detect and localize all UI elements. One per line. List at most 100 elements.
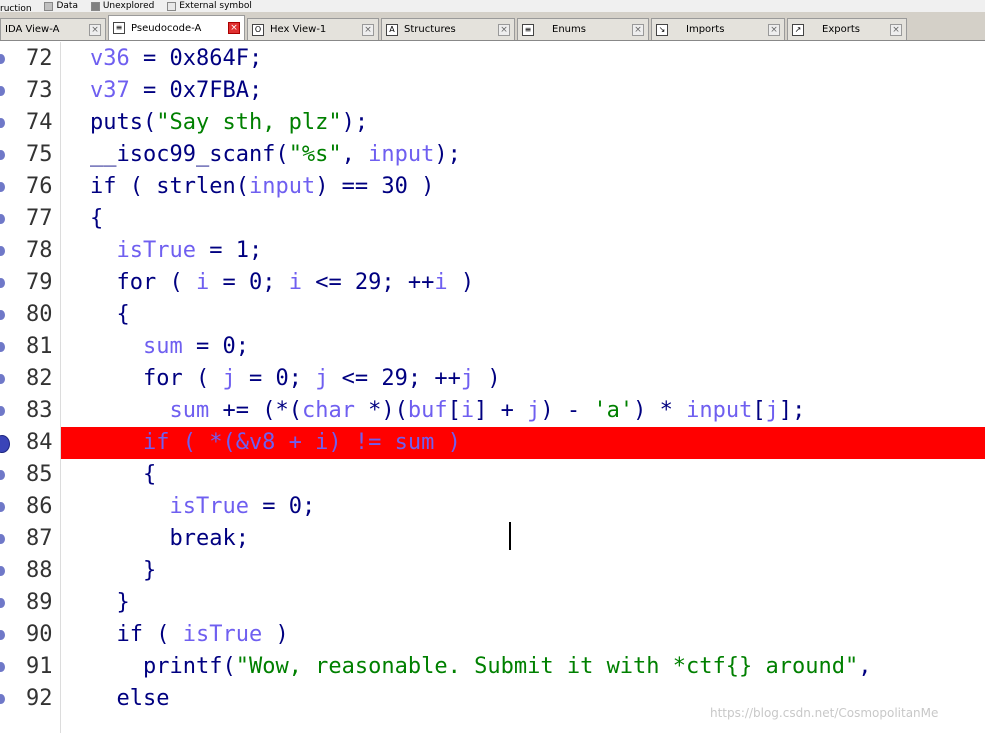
close-icon[interactable]: × (228, 22, 240, 34)
line-number: 80 (26, 302, 53, 327)
line-marker-icon[interactable] (0, 54, 5, 64)
line-number: 89 (26, 590, 53, 615)
line-marker-icon[interactable] (0, 246, 5, 256)
line-marker-icon[interactable] (0, 214, 5, 224)
code-text[interactable]: { (90, 299, 129, 331)
code-text[interactable]: if ( strlen(input) == 30 ) (90, 171, 434, 203)
code-text[interactable]: if ( isTrue ) (90, 619, 288, 651)
code-line[interactable]: 79 for ( i = 0; i <= 29; ++i ) (0, 267, 985, 299)
legend-swatch-icon (44, 1, 54, 11)
line-marker-icon[interactable] (0, 534, 5, 544)
code-text[interactable]: if ( *(&v8 + i) != sum ) (90, 427, 461, 459)
code-line[interactable]: 86 isTrue = 0; (0, 491, 985, 523)
tab-bar: IDA View-A × ≡ Pseudocode-A × O Hex View… (0, 12, 985, 41)
code-text[interactable]: else (90, 683, 169, 715)
tab-structures[interactable]: A Structures × (381, 18, 515, 40)
code-line[interactable]: 74 puts("Say sth, plz"); (0, 107, 985, 139)
code-text[interactable]: sum += (*(char *)(buf[i] + j) - 'a') * i… (90, 395, 805, 427)
code-line[interactable]: 78 isTrue = 1; (0, 235, 985, 267)
code-line[interactable]: 90 if ( isTrue ) (0, 619, 985, 651)
close-icon[interactable]: × (498, 23, 510, 36)
code-line[interactable]: 76 if ( strlen(input) == 30 ) (0, 171, 985, 203)
tab-hex-view[interactable]: O Hex View-1 × (247, 18, 379, 40)
tab-enums[interactable]: ≡ Enums × (517, 18, 649, 40)
line-marker-icon[interactable] (0, 374, 5, 384)
line-number: 76 (26, 174, 53, 199)
legend-label: Data (56, 1, 78, 11)
tab-imports[interactable]: ↘ Imports × (651, 18, 785, 40)
code-line[interactable]: 75 __isoc99_scanf("%s", input); (0, 139, 985, 171)
line-number: 81 (26, 334, 53, 359)
code-line[interactable]: 85 { (0, 459, 985, 491)
code-line[interactable]: 87 break; (0, 523, 985, 555)
code-line[interactable]: 81 sum = 0; (0, 331, 985, 363)
close-icon[interactable]: × (890, 23, 902, 36)
close-icon[interactable]: × (362, 23, 374, 36)
tab-exports[interactable]: ↗ Exports × (787, 18, 907, 40)
line-marker-icon[interactable] (0, 662, 5, 672)
code-line[interactable]: 83 sum += (*(char *)(buf[i] + j) - 'a') … (0, 395, 985, 427)
line-number: 85 (26, 462, 53, 487)
code-text[interactable]: } (90, 555, 156, 587)
line-marker-icon[interactable] (0, 278, 5, 288)
line-marker-icon[interactable] (0, 150, 5, 160)
code-text[interactable]: } (90, 587, 129, 619)
line-number: 77 (26, 206, 53, 231)
code-line[interactable]: 77 { (0, 203, 985, 235)
code-text[interactable]: break; (90, 523, 248, 555)
enums-icon: ≡ (522, 23, 534, 36)
hex-view-icon: O (252, 23, 264, 36)
code-line[interactable]: 72 v36 = 0x864F; (0, 43, 985, 75)
code-line[interactable]: 88 } (0, 555, 985, 587)
line-marker-icon[interactable] (0, 630, 5, 640)
legend-bar: ruction Data Unexplored External symbol (0, 0, 985, 12)
line-marker-icon[interactable] (0, 470, 5, 480)
code-text[interactable]: isTrue = 0; (90, 491, 315, 523)
legend-item-external: External symbol (163, 0, 252, 12)
tab-label: Structures (404, 24, 456, 35)
breakpoint-icon[interactable] (0, 435, 10, 453)
legend-item-data: Data (40, 0, 78, 12)
code-text[interactable]: for ( j = 0; j <= 29; ++j ) (90, 363, 501, 395)
line-marker-icon[interactable] (0, 86, 5, 96)
code-text[interactable]: { (90, 203, 103, 235)
pseudocode-view[interactable]: 72 v36 = 0x864F; 73 v37 = 0x7FBA; 74 puts("Sa… (0, 42, 985, 733)
legend-label: External symbol (179, 1, 252, 11)
code-text[interactable]: sum = 0; (90, 331, 249, 363)
code-line[interactable]: 89 } (0, 587, 985, 619)
line-number: 83 (26, 398, 53, 423)
code-text[interactable]: { (90, 459, 156, 491)
line-marker-icon[interactable] (0, 118, 5, 128)
line-marker-icon[interactable] (0, 694, 5, 704)
code-line-breakpoint[interactable]: 84 if ( *(&v8 + i) != sum ) (0, 427, 985, 459)
tab-pseudocode[interactable]: ≡ Pseudocode-A × (108, 15, 245, 40)
line-marker-icon[interactable] (0, 406, 5, 416)
tab-ida-view[interactable]: IDA View-A × (0, 18, 106, 40)
code-text[interactable]: v37 = 0x7FBA; (90, 75, 262, 107)
code-line[interactable]: 82 for ( j = 0; j <= 29; ++j ) (0, 363, 985, 395)
line-marker-icon[interactable] (0, 598, 5, 608)
code-line[interactable]: 73 v37 = 0x7FBA; (0, 75, 985, 107)
code-text[interactable]: __isoc99_scanf("%s", input); (90, 139, 461, 171)
code-text[interactable]: v36 = 0x864F; (90, 43, 262, 75)
line-marker-icon[interactable] (0, 342, 5, 352)
line-marker-icon[interactable] (0, 310, 5, 320)
line-number: 87 (26, 526, 53, 551)
code-text[interactable]: isTrue = 1; (90, 235, 263, 267)
tab-label: Exports (822, 24, 860, 35)
close-icon[interactable]: × (89, 23, 101, 36)
code-line[interactable]: 91 printf("Wow, reasonable. Submit it wi… (0, 651, 985, 683)
line-marker-icon[interactable] (0, 502, 5, 512)
code-text[interactable]: puts("Say sth, plz"); (90, 107, 368, 139)
line-marker-icon[interactable] (0, 182, 5, 192)
imports-icon: ↘ (656, 23, 668, 36)
code-line[interactable]: 80 { (0, 299, 985, 331)
close-icon[interactable]: × (768, 23, 780, 36)
legend-label: ruction (0, 3, 32, 13)
code-text[interactable]: printf("Wow, reasonable. Submit it with … (90, 651, 872, 683)
close-icon[interactable]: × (632, 23, 644, 36)
line-number: 78 (26, 238, 53, 263)
line-marker-icon[interactable] (0, 566, 5, 576)
code-text[interactable]: for ( i = 0; i <= 29; ++i ) (90, 267, 474, 299)
line-number: 88 (26, 558, 53, 583)
